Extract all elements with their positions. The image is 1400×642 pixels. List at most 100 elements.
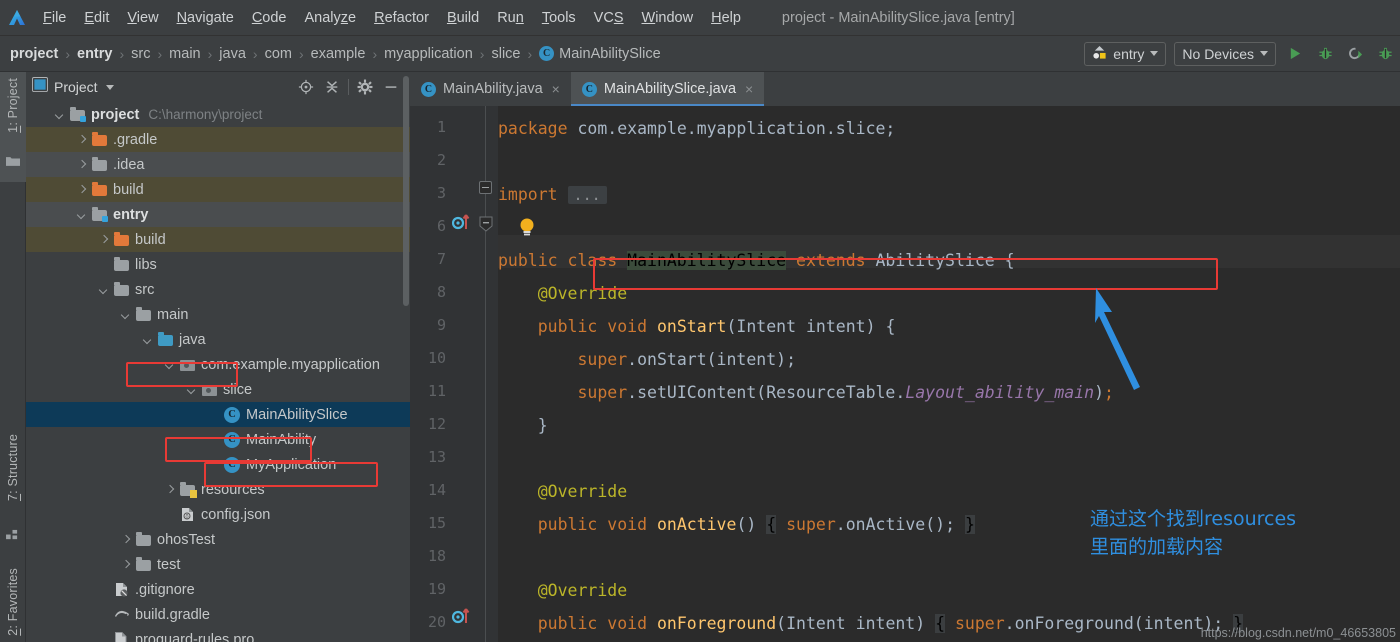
menu-item-refactor[interactable]: Refactor: [365, 0, 438, 36]
module-folder-icon: [92, 207, 108, 222]
tree-expand-arrow[interactable]: [186, 383, 199, 396]
tree-node-myapplication[interactable]: C MyApplication: [26, 452, 410, 477]
gear-icon[interactable]: [352, 74, 378, 100]
tree-node-java[interactable]: java: [26, 327, 410, 352]
tree-node-com-example-myapplication[interactable]: com.example.myapplication: [26, 352, 410, 377]
tool-window-button-structure[interactable]: 7: Structure: [0, 430, 26, 550]
tree-collapse-arrow[interactable]: [120, 533, 133, 546]
run-icon[interactable]: [1284, 42, 1306, 66]
attach-debugger-icon[interactable]: [1344, 42, 1366, 66]
tool-window-name-favorites: Favorites: [6, 568, 20, 622]
tree-expand-arrow[interactable]: [98, 283, 111, 296]
tree-collapse-arrow[interactable]: [164, 483, 177, 496]
tree-node-resources[interactable]: resources: [26, 477, 410, 502]
chevron-down-icon[interactable]: [105, 84, 114, 90]
tree-collapse-arrow[interactable]: [76, 133, 89, 146]
menu-item-view[interactable]: View: [118, 0, 167, 36]
tree-expand-arrow[interactable]: [54, 108, 67, 121]
tree-node-libs[interactable]: libs: [26, 252, 410, 277]
code-token: @Override: [498, 284, 628, 303]
tree-node-project[interactable]: project C:\harmony\project: [26, 102, 410, 127]
svg-text:{}: {}: [185, 514, 189, 520]
menu-item-run[interactable]: Run: [488, 0, 533, 36]
profile-icon[interactable]: [1374, 42, 1396, 66]
breadcrumb-item-project[interactable]: project: [10, 46, 58, 62]
menu-item-analyze[interactable]: Analyze: [296, 0, 366, 36]
code-text[interactable]: package com.example.myapplication.slice;…: [498, 106, 1400, 642]
tree-node-build-gradle[interactable]: build.gradle: [26, 602, 410, 627]
tree-node-mainability[interactable]: C MainAbility: [26, 427, 410, 452]
line-number-20: 20: [427, 613, 446, 631]
tree-node-ohostest[interactable]: ohosTest: [26, 527, 410, 552]
tree-node-entry[interactable]: entry: [26, 202, 410, 227]
tree-node-test[interactable]: test: [26, 552, 410, 577]
editor-gutter[interactable]: 123678910111213141518192023: [410, 106, 498, 642]
breadcrumb-item-com[interactable]: com: [265, 46, 292, 62]
tool-window-button-favorites[interactable]: 2: Favorites: [0, 564, 26, 642]
breadcrumb-item-example[interactable]: example: [311, 46, 366, 62]
menu-item-code[interactable]: Code: [243, 0, 296, 36]
tree-node-src[interactable]: src: [26, 277, 410, 302]
hide-icon[interactable]: [378, 74, 404, 100]
locate-icon[interactable]: [293, 74, 319, 100]
tree-node-build[interactable]: build: [26, 227, 410, 252]
breadcrumb-item-src[interactable]: src: [131, 46, 150, 62]
tree-node--idea[interactable]: .idea: [26, 152, 410, 177]
menu-item-navigate[interactable]: Navigate: [168, 0, 243, 36]
intention-bulb-icon[interactable]: [518, 217, 536, 239]
menu-item-edit[interactable]: Edit: [75, 0, 118, 36]
breadcrumb-item-java[interactable]: java: [219, 46, 246, 62]
tree-expand-arrow[interactable]: [142, 333, 155, 346]
close-icon[interactable]: ×: [552, 81, 560, 97]
editor-tab-mainability-java[interactable]: C MainAbility.java ×: [410, 72, 571, 106]
tool-window-button-project[interactable]: 1: Project: [0, 72, 26, 182]
tree-expand-arrow[interactable]: [164, 358, 177, 371]
tree-node-mainabilityslice[interactable]: C MainAbilitySlice: [26, 402, 410, 427]
breadcrumb-item-slice[interactable]: slice: [491, 46, 520, 62]
project-tree[interactable]: project C:\harmony\project .gradle .idea bui…: [26, 102, 410, 642]
class-icon: C: [224, 431, 240, 448]
tree-collapse-arrow[interactable]: [120, 558, 133, 571]
tool-window-sep2: :: [6, 486, 20, 494]
project-tree-scrollbar[interactable]: [403, 76, 409, 306]
fold-collapse-line12-icon[interactable]: [479, 181, 492, 194]
collapse-all-icon[interactable]: [319, 74, 345, 100]
tree-node--gitignore[interactable]: .gitignore: [26, 577, 410, 602]
menu-item-tools[interactable]: Tools: [533, 0, 585, 36]
tree-node-main[interactable]: main: [26, 302, 410, 327]
package-icon: [180, 359, 195, 371]
tree-expand-arrow[interactable]: [120, 308, 133, 321]
run-configuration-selector[interactable]: entry: [1084, 41, 1167, 66]
debug-icon[interactable]: [1314, 42, 1336, 66]
menu-item-build[interactable]: Build: [438, 0, 488, 36]
menu-item-window[interactable]: Window: [633, 0, 703, 36]
tree-node-config-json[interactable]: {} config.json: [26, 502, 410, 527]
breadcrumb-item-mainabilityslice[interactable]: C MainAbilitySlice: [539, 46, 661, 62]
device-selector[interactable]: No Devices: [1174, 41, 1276, 66]
menu-item-vcs[interactable]: VCS: [585, 0, 633, 36]
code-token: .setUIContent(ResourceTable.: [627, 383, 906, 402]
fold-collapse-icon[interactable]: [479, 216, 493, 232]
close-icon[interactable]: ×: [745, 81, 753, 97]
override-method-icon[interactable]: [451, 212, 472, 232]
tree-expand-arrow[interactable]: [76, 208, 89, 221]
code-editor[interactable]: 123678910111213141518192023: [410, 106, 1400, 642]
breadcrumb-item-myapplication[interactable]: myapplication: [384, 46, 473, 62]
menu-item-file[interactable]: File: [34, 0, 75, 36]
folder-icon: [136, 557, 151, 571]
override-method-icon[interactable]: [451, 606, 472, 626]
breadcrumb-item-entry[interactable]: entry: [77, 46, 112, 62]
menu-item-help[interactable]: Help: [702, 0, 750, 36]
tree-collapse-arrow[interactable]: [76, 183, 89, 196]
code-token: com.example.myapplication.slice;: [577, 119, 896, 138]
editor-tab-mainabilityslice-java[interactable]: C MainAbilitySlice.java ×: [570, 72, 765, 106]
tree-node-slice[interactable]: slice: [26, 377, 410, 402]
tree-collapse-arrow[interactable]: [98, 233, 111, 246]
tree-node-build[interactable]: build: [26, 177, 410, 202]
tree-node-proguard-rules-pro[interactable]: proguard-rules.pro: [26, 627, 410, 642]
breadcrumb-item-main[interactable]: main: [169, 46, 200, 62]
tree-collapse-arrow[interactable]: [76, 158, 89, 171]
tree-node--gradle[interactable]: .gradle: [26, 127, 410, 152]
